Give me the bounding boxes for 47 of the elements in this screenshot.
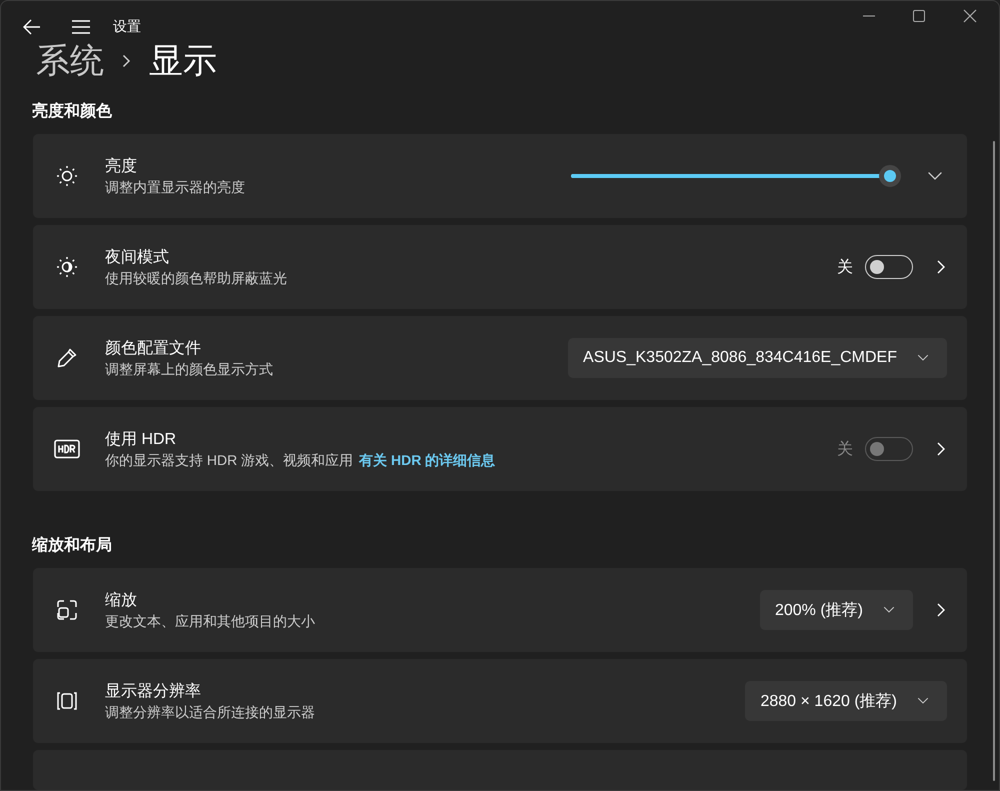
- setting-description: 调整分辨率以适合所连接的显示器: [105, 704, 316, 722]
- settings-card[interactable]: 显示器分辨率 调整分辨率以适合所连接的显示器 2880 × 1620 (推荐): [33, 659, 967, 743]
- chevron-right-icon: [122, 54, 131, 68]
- setting-title: 夜间模式: [105, 248, 170, 268]
- settings-card[interactable]: 缩放 更改文本、应用和其他项目的大小 200% (推荐): [33, 568, 967, 652]
- setting-title: 显示器分辨率: [105, 682, 202, 702]
- settings-card[interactable]: 颜色配置文件 调整屏幕上的颜色显示方式 ASUS_K3502ZA_8086_834C416E_CMDEF: [33, 316, 967, 400]
- setting-description: 调整屏幕上的颜色显示方式: [105, 360, 274, 378]
- menu-icon[interactable]: [71, 20, 91, 34]
- dropdown-value: ASUS_K3502ZA_8086_834C416E_CMDEF: [583, 349, 897, 367]
- breadcrumb-item[interactable]: 显示: [149, 38, 217, 84]
- sun-icon: [55, 164, 79, 188]
- half-sun-icon: [55, 255, 79, 279]
- scale-icon: [55, 598, 79, 622]
- setting-description: 你的显示器支持 HDR 游戏、视频和应用 有关 HDR 的详细信息: [105, 452, 496, 470]
- toggle-state-label: 关: [837, 258, 853, 278]
- dropdown-value: 2880 × 1620 (推荐): [760, 692, 897, 712]
- back-arrow-icon[interactable]: [23, 19, 41, 35]
- chevron-right-icon[interactable]: [935, 259, 947, 275]
- chevron-down-icon: [917, 354, 929, 362]
- setting-title: 亮度: [105, 156, 138, 176]
- hdr-icon: [54, 439, 80, 459]
- setting-title: 缩放: [105, 590, 138, 610]
- setting-description: 使用较暖的颜色帮助屏蔽蓝光: [105, 270, 288, 288]
- setting-title: 颜色配置文件: [105, 338, 202, 358]
- dropdown[interactable]: 200% (推荐): [760, 590, 913, 630]
- chevron-right-icon[interactable]: [935, 602, 947, 618]
- setting-title: 使用 HDR: [105, 430, 178, 450]
- toggle-state-label: 关: [837, 440, 853, 460]
- settings-card[interactable]: 亮度 调整内置显示器的亮度: [33, 134, 967, 218]
- settings-card[interactable]: 夜间模式 使用较暖的颜色帮助屏蔽蓝光 关: [33, 225, 967, 309]
- breadcrumb-item[interactable]: 系统: [36, 38, 104, 84]
- dropdown[interactable]: 2880 × 1620 (推荐): [745, 681, 947, 721]
- dropdown-value: 200% (推荐): [774, 600, 863, 620]
- chevron-down-icon: [883, 606, 895, 614]
- section-heading: 缩放和布局: [32, 535, 113, 556]
- chevron-down-icon: [927, 171, 943, 181]
- dropdown[interactable]: ASUS_K3502ZA_8086_834C416E_CMDEF: [568, 338, 947, 378]
- section-heading: 亮度和颜色: [32, 101, 113, 122]
- scrollbar[interactable]: [993, 141, 995, 781]
- window-title: 设置: [113, 18, 141, 36]
- setting-description: 更改文本、应用和其他项目的大小: [105, 612, 316, 630]
- maximize-icon[interactable]: [913, 10, 925, 22]
- minimize-icon[interactable]: [863, 15, 875, 17]
- setting-description: 调整内置显示器的亮度: [105, 178, 246, 196]
- close-icon[interactable]: [963, 9, 977, 23]
- chevron-down-icon: [917, 697, 929, 705]
